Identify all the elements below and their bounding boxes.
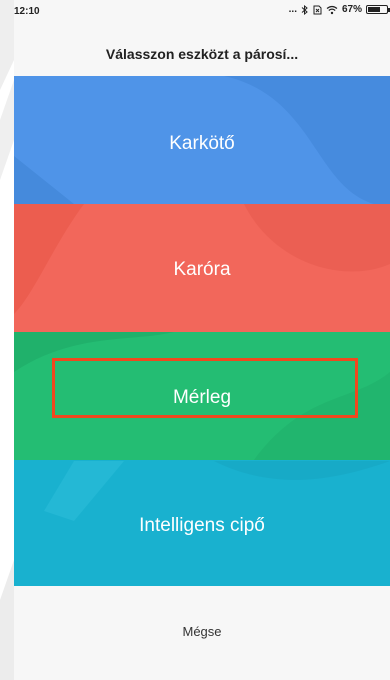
device-option-karora[interactable]: Karóra — [14, 204, 390, 332]
dialog-title: Válasszon eszközt a párosí... — [105, 46, 299, 62]
bluetooth-icon — [301, 4, 309, 15]
wifi-icon — [326, 5, 338, 15]
option-label: Intelligens cipő — [139, 515, 265, 536]
sim-missing-icon — [313, 5, 322, 15]
status-bar: 12:10 ... 67% — [14, 0, 390, 22]
device-list: Karkötő Karóra Mérleg Intelligens cipő — [14, 76, 390, 586]
status-dots: ... — [288, 4, 297, 15]
battery-icon — [366, 5, 390, 14]
device-option-merleg[interactable]: Mérleg — [14, 332, 390, 460]
status-time: 12:10 — [14, 6, 40, 17]
battery-percent: 67% — [341, 4, 362, 15]
status-icons: ... 67% — [288, 4, 390, 15]
phone-screen: 12:10 ... 67% Válasszon eszközt a párosí… — [14, 0, 390, 680]
battery-level — [368, 7, 380, 12]
option-label: Karkötő — [169, 133, 235, 154]
device-option-karkoto[interactable]: Karkötő — [14, 76, 390, 204]
device-option-intelligens-cipo[interactable]: Intelligens cipő — [14, 460, 390, 586]
option-label: Karóra — [173, 259, 231, 280]
option-label: Mérleg — [172, 387, 232, 408]
cancel-button[interactable]: Mégse — [14, 624, 390, 639]
